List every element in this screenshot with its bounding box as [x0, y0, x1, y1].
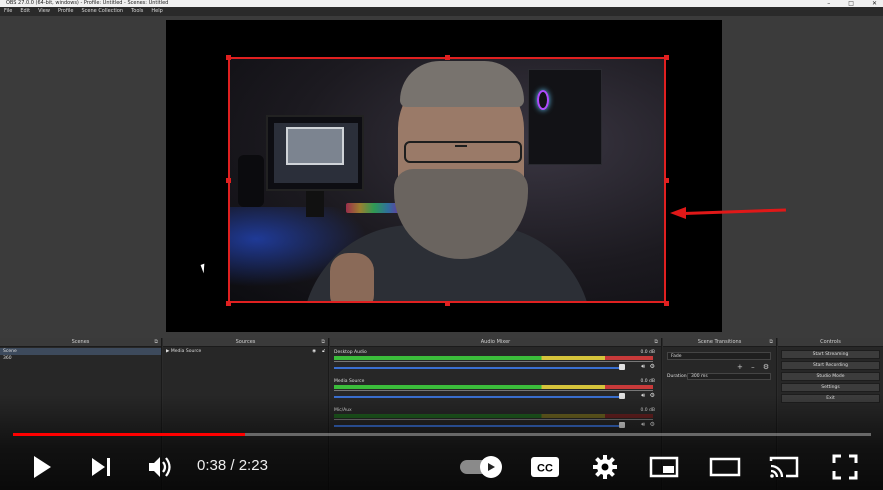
- resize-handle-bl[interactable]: [226, 301, 231, 306]
- play-small-icon: ▶: [166, 349, 170, 354]
- visibility-icon[interactable]: ◉: [312, 348, 316, 355]
- controls-gradient: [0, 395, 883, 490]
- transition-select[interactable]: Fade: [667, 352, 771, 360]
- studio-mode-button[interactable]: Studio Mode: [781, 372, 880, 381]
- resize-handle-bc[interactable]: [445, 301, 450, 306]
- duration-label: Duration: [667, 374, 687, 379]
- scenes-dock-header: Scenes ⧉: [0, 338, 161, 347]
- volume-button[interactable]: [145, 453, 175, 481]
- next-icon: [92, 458, 110, 476]
- meter-ticks: [334, 361, 653, 365]
- controls-dock-title: Controls: [820, 339, 841, 345]
- settings-button[interactable]: Settings: [781, 383, 880, 392]
- volume-icon: [149, 457, 171, 477]
- source-item[interactable]: ▶ Media Source ◉ 🔓︎: [163, 348, 328, 355]
- settings-icon: [593, 455, 617, 479]
- start-streaming-button[interactable]: Start Streaming: [781, 350, 880, 359]
- fullscreen-button[interactable]: [829, 452, 861, 482]
- cast-icon: [769, 456, 799, 478]
- source-item-label: Media Source: [170, 349, 202, 354]
- play-icon: [34, 456, 51, 478]
- lock-icon[interactable]: 🔓︎: [322, 348, 325, 355]
- resize-handle-tl[interactable]: [226, 55, 231, 60]
- autoplay-play-icon: [488, 463, 495, 471]
- menu-profile: Profile: [57, 8, 74, 14]
- source-selection-box[interactable]: [228, 57, 666, 303]
- obs-titlebar: OBS 27.0.0 (64-bit, windows) - Profile: …: [0, 0, 883, 7]
- window-controls: – □ ✕: [827, 0, 877, 7]
- resize-handle-tc[interactable]: [445, 55, 450, 60]
- next-button[interactable]: [88, 454, 114, 480]
- svg-text:CC: CC: [537, 463, 553, 475]
- mixer-channel: Desktop Audio 0.0 dB 🔊︎ ⚙: [332, 350, 659, 376]
- cast-button[interactable]: [767, 453, 801, 481]
- channel-name: Desktop Audio: [334, 350, 367, 355]
- sources-dock-title: Sources: [235, 339, 256, 345]
- minimize-icon: –: [827, 0, 831, 7]
- miniplayer-button[interactable]: [648, 453, 680, 481]
- scene-item[interactable]: 360: [0, 355, 161, 362]
- resize-handle-br[interactable]: [664, 301, 669, 306]
- obs-menubar: File Edit View Profile Scene Collection …: [0, 7, 883, 16]
- resize-handle-ml[interactable]: [226, 178, 231, 183]
- autoplay-toggle-knob[interactable]: [480, 456, 502, 478]
- obs-preview-area: [0, 16, 883, 338]
- fader-knob[interactable]: [619, 364, 625, 370]
- fullscreen-icon: [832, 454, 858, 480]
- scenes-dock-title: Scenes: [71, 339, 90, 345]
- menu-file: File: [4, 8, 13, 14]
- settings-button[interactable]: [590, 453, 620, 481]
- transitions-dock-header: Scene Transitions ⧉: [663, 338, 776, 347]
- time-separator: /: [226, 457, 239, 474]
- theater-icon: [709, 457, 741, 477]
- progress-played: [13, 433, 246, 436]
- mute-icon[interactable]: 🔊︎: [641, 363, 645, 371]
- level-meter: [334, 356, 653, 360]
- channel-db: 0.0 dB: [640, 379, 655, 384]
- mouse-cursor-icon: [200, 263, 208, 274]
- resize-handle-mr[interactable]: [664, 178, 669, 183]
- resize-handle-tr[interactable]: [664, 55, 669, 60]
- menu-scene-collection: Scene Collection: [81, 8, 124, 14]
- obs-title-text: OBS 27.0.0 (64-bit, windows) - Profile: …: [6, 0, 169, 6]
- level-meter: [334, 385, 653, 389]
- current-time: 0:38: [197, 457, 227, 474]
- subtitles-button[interactable]: CC: [529, 454, 561, 480]
- annotation-arrow-head: [670, 207, 686, 219]
- undock-icon[interactable]: ⧉: [769, 338, 773, 347]
- play-button[interactable]: [28, 452, 56, 482]
- meter-ticks: [334, 390, 653, 394]
- controls-dock-header: Controls: [778, 338, 883, 347]
- sources-dock-header: Sources ⧉: [163, 338, 328, 347]
- theater-mode-button[interactable]: [708, 453, 742, 481]
- undock-icon[interactable]: ⧉: [154, 338, 158, 347]
- scene-item[interactable]: Scene: [0, 348, 161, 355]
- cc-icon: CC: [531, 457, 559, 477]
- time-display: 0:38 / 2:23: [197, 456, 268, 476]
- start-recording-button[interactable]: Start Recording: [781, 361, 880, 370]
- mixer-dock-title: Audio Mixer: [480, 339, 511, 345]
- duration-input[interactable]: 300 ms: [687, 373, 771, 380]
- progress-bar[interactable]: [13, 433, 871, 436]
- menu-tools: Tools: [131, 8, 144, 14]
- undock-icon[interactable]: ⧉: [654, 338, 658, 347]
- channel-settings-icon[interactable]: ⚙: [650, 363, 655, 370]
- volume-fader[interactable]: [334, 367, 619, 369]
- menu-view: View: [38, 8, 50, 14]
- menu-edit: Edit: [20, 8, 31, 14]
- obs-canvas: [166, 20, 722, 332]
- duration: 2:23: [238, 457, 268, 474]
- maximize-icon: □: [848, 0, 854, 7]
- transitions-dock-title: Scene Transitions: [697, 339, 742, 345]
- transition-tools[interactable]: + – ⚙: [737, 363, 772, 371]
- mixer-dock-header: Audio Mixer ⧉: [330, 338, 661, 347]
- menu-help: Help: [151, 8, 163, 14]
- channel-db: 0.0 dB: [640, 350, 655, 355]
- close-icon: ✕: [871, 0, 877, 7]
- undock-icon[interactable]: ⧉: [321, 338, 325, 347]
- channel-name: Media Source: [334, 379, 365, 384]
- miniplayer-icon: [649, 456, 679, 478]
